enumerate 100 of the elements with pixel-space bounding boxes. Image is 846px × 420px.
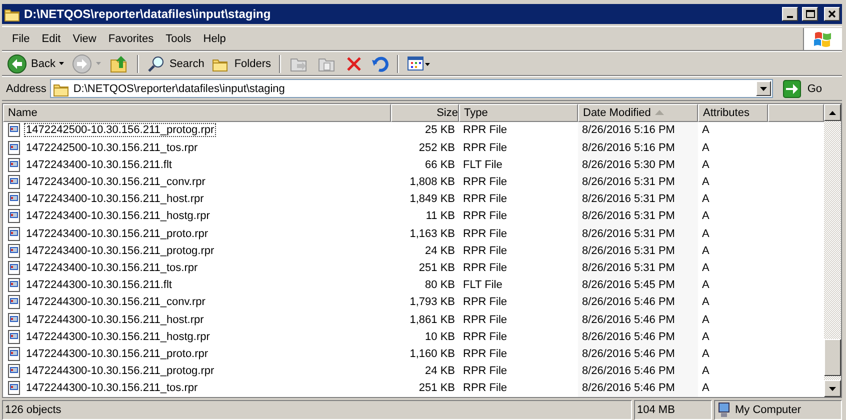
folders-button[interactable]: Folders (209, 53, 274, 74)
scroll-down-button[interactable] (824, 380, 841, 397)
file-name[interactable]: 1472243400-10.30.156.211.flt (24, 158, 174, 172)
file-attributes: A (702, 210, 710, 222)
file-type: RPR File (463, 382, 508, 394)
menu-item[interactable]: Tools (160, 30, 198, 48)
date-modified: 8/26/2016 5:45 PM (582, 279, 675, 292)
menu-item[interactable]: Help (197, 30, 232, 48)
file-name[interactable]: 1472243400-10.30.156.211_tos.rpr (24, 261, 200, 276)
file-size: 24 KB (425, 244, 455, 257)
file-attributes: A (702, 314, 710, 326)
file-type: FLT File (463, 158, 502, 171)
date-modified: 8/26/2016 5:31 PM (582, 210, 675, 222)
scroll-thumb[interactable] (824, 339, 841, 376)
file-size: 80 KB (425, 279, 455, 292)
file-type: RPR File (463, 176, 508, 188)
address-field[interactable]: D:\NETQOS\reporter\datafiles\input\staging (50, 79, 774, 98)
file-attributes: A (702, 176, 710, 188)
file-name[interactable]: 1472244300-10.30.156.211_protog.rpr (24, 364, 216, 378)
file-size: 1,808 KB (410, 176, 455, 188)
menu-item[interactable]: Edit (36, 30, 67, 48)
date-modified: 8/26/2016 5:31 PM (582, 262, 675, 274)
minimize-icon (787, 16, 793, 18)
column-header[interactable]: Size (391, 104, 459, 122)
file-size: 11 KB (426, 210, 455, 222)
maximize-icon (805, 9, 815, 19)
file-icon (7, 330, 21, 344)
menu-item[interactable]: File (6, 30, 36, 48)
file-type: FLT File (463, 279, 502, 292)
maximize-button[interactable] (802, 7, 818, 21)
file-size: 1,861 KB (410, 314, 455, 326)
file-name[interactable]: 1472244300-10.30.156.211_host.rpr (24, 312, 206, 327)
file-attributes: A (702, 348, 710, 360)
dropdown-button[interactable] (756, 81, 772, 96)
file-icon (7, 140, 21, 155)
file-size: 251 KB (418, 262, 455, 274)
file-icon (7, 123, 21, 138)
file-icon (7, 244, 21, 258)
file-attributes: A (702, 382, 710, 394)
date-modified: 8/26/2016 5:16 PM (582, 124, 675, 136)
file-icon (7, 381, 21, 396)
file-name[interactable]: 1472242500-10.30.156.211_protog.rpr (24, 123, 216, 138)
date-modified: 8/26/2016 5:46 PM (582, 314, 675, 326)
menu-item[interactable]: Favorites (102, 30, 160, 48)
file-icon (7, 209, 21, 224)
file-name[interactable]: 1472243400-10.30.156.211_conv.rpr (24, 175, 208, 189)
file-size: 25 KB (425, 124, 455, 136)
date-modified: 8/26/2016 5:30 PM (582, 158, 675, 171)
search-icon (147, 54, 166, 72)
file-name[interactable]: 1472244300-10.30.156.211_hostg.rpr (24, 330, 212, 344)
file-attributes: A (702, 330, 710, 343)
back-button[interactable]: Back (4, 53, 68, 74)
minimize-button[interactable] (782, 7, 798, 21)
date-modified: 8/26/2016 5:46 PM (582, 348, 675, 360)
file-name[interactable]: 1472244300-10.30.156.211_tos.rpr (24, 381, 200, 396)
file-name[interactable]: 1472244300-10.30.156.211.flt (24, 278, 174, 292)
file-name[interactable]: 1472243400-10.30.156.211_protog.rpr (24, 244, 216, 258)
arrow-right-icon (783, 80, 802, 98)
windows-logo-icon (813, 30, 833, 48)
date-modified: 8/26/2016 5:31 PM (582, 193, 675, 206)
file-attributes: A (702, 365, 710, 378)
date-modified: 8/26/2016 5:46 PM (582, 365, 675, 378)
column-header[interactable]: Date Modified (578, 104, 698, 122)
file-name[interactable]: 1472243400-10.30.156.211_hostg.rpr (24, 209, 212, 224)
file-name[interactable]: 1472243400-10.30.156.211_proto.rpr (24, 226, 210, 241)
column-header[interactable]: Name (3, 104, 391, 122)
window-title: D:\NETQOS\reporter\datafiles\input\staging (24, 7, 272, 21)
file-name[interactable]: 1472243400-10.30.156.211_host.rpr (24, 192, 206, 206)
file-size: 1,160 KB (410, 348, 455, 360)
file-attributes: A (702, 279, 710, 292)
file-type: RPR File (463, 228, 508, 240)
file-icon (7, 261, 21, 276)
file-name[interactable]: 1472242500-10.30.156.211_tos.rpr (24, 140, 200, 155)
sort-arrow-icon (654, 110, 664, 116)
file-icon (7, 295, 21, 310)
file-type: RPR File (463, 210, 508, 222)
file-name[interactable]: 1472244300-10.30.156.211_proto.rpr (24, 347, 210, 362)
date-modified: 8/26/2016 5:31 PM (582, 244, 675, 257)
file-size: 66 KB (425, 158, 455, 171)
file-icon (7, 278, 21, 292)
file-type: RPR File (463, 193, 508, 206)
column-header[interactable]: Attributes (698, 104, 768, 122)
file-attributes: A (702, 193, 710, 206)
search-button[interactable]: Search (144, 53, 208, 74)
date-modified: 8/26/2016 5:46 PM (582, 382, 675, 394)
date-modified: 8/26/2016 5:31 PM (582, 228, 675, 240)
close-button[interactable] (824, 7, 840, 21)
file-type: RPR File (463, 296, 508, 308)
go-button[interactable]: Go (777, 78, 838, 99)
file-attributes: A (702, 244, 710, 257)
scrollbar[interactable] (824, 104, 841, 397)
scroll-up-button[interactable] (824, 104, 841, 121)
column-header[interactable]: Type (459, 104, 578, 122)
menu-item[interactable]: View (66, 30, 102, 48)
file-name[interactable]: 1472244300-10.30.156.211_conv.rpr (24, 295, 208, 310)
views-icon (407, 54, 432, 72)
file-type: RPR File (463, 262, 508, 274)
file-type: RPR File (463, 142, 508, 154)
up-arrow-icon (829, 110, 836, 114)
file-attributes: A (702, 124, 710, 136)
